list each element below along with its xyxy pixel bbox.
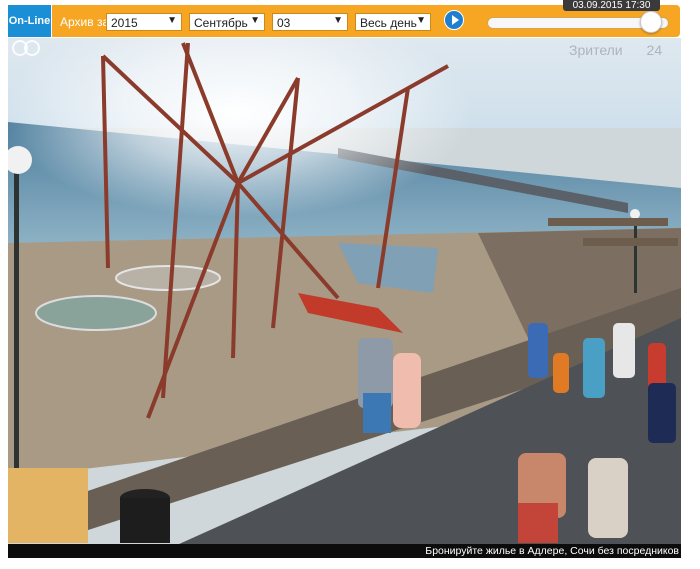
chevron-down-icon: ▼	[167, 15, 177, 26]
period-select[interactable]: Весь день ▼	[355, 13, 431, 31]
top-control-bar: On-Line Архив за 2015 ▼ Сентябрь ▼ 03 ▼ …	[0, 0, 700, 38]
play-icon[interactable]	[444, 10, 464, 30]
timestamp-badge: 03.09.2015 17:30	[563, 0, 660, 11]
chevron-down-icon: ▼	[250, 15, 260, 26]
beach-camera-image	[8, 38, 681, 558]
chevron-down-icon: ▼	[416, 15, 426, 26]
viewers-count: 24	[646, 42, 663, 58]
camera-logo-icon	[12, 40, 40, 56]
camera-view: Зрители 24 Бронируйте жилье в Адлере, Со…	[8, 38, 681, 558]
year-select[interactable]: 2015 ▼	[106, 13, 182, 31]
month-select[interactable]: Сентябрь ▼	[189, 13, 265, 31]
online-button[interactable]: On-Line	[8, 5, 51, 37]
timeline-slider-handle[interactable]	[639, 11, 662, 33]
chevron-down-icon: ▼	[333, 15, 343, 26]
year-value: 2015	[111, 16, 138, 30]
day-value: 03	[277, 16, 291, 30]
viewers-label: Зрители	[569, 42, 623, 58]
period-value: Весь день	[360, 16, 417, 30]
archive-label: Архив за	[60, 15, 110, 29]
day-select[interactable]: 03 ▼	[272, 13, 348, 31]
viewers-counter: Зрители 24	[569, 42, 662, 58]
ad-banner[interactable]: Бронируйте жилье в Адлере, Сочи без поср…	[8, 544, 681, 558]
month-value: Сентябрь	[194, 16, 248, 30]
ad-text[interactable]: Бронируйте жилье в Адлере, Сочи без поср…	[425, 544, 679, 558]
